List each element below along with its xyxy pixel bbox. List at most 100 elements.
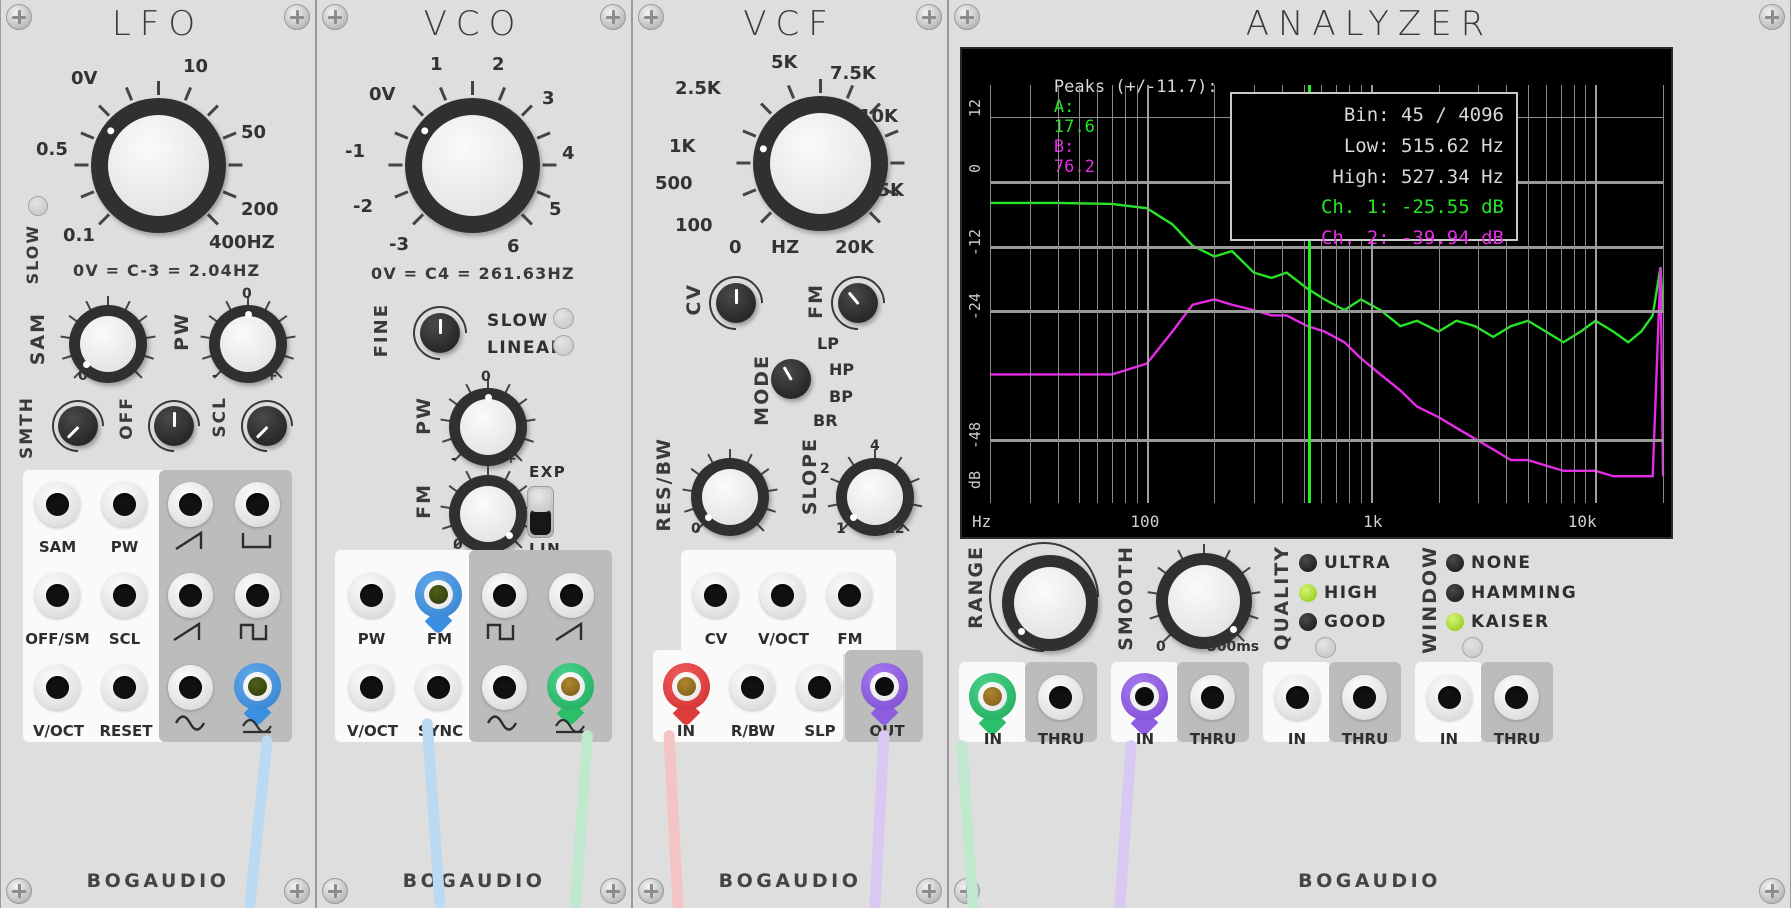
vcf-mode-knob[interactable]	[771, 359, 811, 399]
vcf-jack-fm[interactable]	[827, 573, 872, 618]
vco-jack-sync[interactable]	[416, 665, 461, 710]
trace-ch--2	[990, 267, 1665, 478]
knob-tick	[890, 161, 904, 165]
vco-jack-voct[interactable]	[349, 665, 394, 710]
vcf-slope-label: SLOPE	[799, 437, 821, 516]
analyzer-jack-thru4[interactable]	[1494, 675, 1539, 720]
module-analyzer[interactable]: ANALYZER Peaks (+/-11.7): A: 17.6 B: 76.…	[948, 0, 1791, 908]
knob-pointer	[1017, 627, 1025, 635]
analyzer-jack-in2-plugged[interactable]	[1121, 673, 1168, 737]
quality-option-high[interactable]: HIGH	[1324, 583, 1379, 603]
knob-tick	[470, 81, 474, 95]
lfo-jack-sam[interactable]	[35, 482, 80, 527]
lfo-scl-knob[interactable]	[247, 406, 287, 446]
quality-led-good[interactable]	[1299, 613, 1317, 631]
analyzer-jack-thru1[interactable]	[1038, 675, 1083, 720]
vco-fine-knob[interactable]	[420, 313, 460, 353]
vco-note-text: 0V = C4 = 261.63HZ	[371, 264, 575, 283]
vco-slow-label: SLOW	[487, 311, 549, 331]
analyzer-jack-in4[interactable]	[1427, 675, 1472, 720]
window-select-button[interactable]	[1462, 637, 1483, 658]
lfo-jack-reset[interactable]	[102, 665, 147, 710]
analyzer-jack-thru2[interactable]	[1190, 675, 1235, 720]
vcf-cv-knob[interactable]	[716, 283, 756, 323]
vcf-jack-voct[interactable]	[760, 573, 805, 618]
knob-tick	[741, 129, 756, 138]
knob-pointer	[438, 319, 442, 334]
vcf-jack-out-plugged[interactable]	[861, 663, 908, 727]
window-option-hamming[interactable]: HAMMING	[1471, 583, 1577, 603]
vco-jack-out-trisine-plugged[interactable]	[547, 663, 594, 727]
gridline-vertical	[1057, 85, 1059, 503]
window-led-hamming[interactable]	[1446, 584, 1464, 602]
quality-option-good[interactable]: GOOD	[1324, 612, 1387, 632]
knob-tick	[79, 190, 94, 199]
vco-slow-button[interactable]	[553, 308, 574, 329]
window-led-none[interactable]	[1446, 554, 1464, 572]
analyzer-jack-in3[interactable]	[1275, 675, 1320, 720]
analyzer-jack-in1-plugged[interactable]	[969, 673, 1016, 737]
knob-tick	[285, 335, 296, 340]
vcf-mode-option-lp: LP	[817, 334, 839, 353]
lfo-jack-out-square[interactable]	[235, 573, 280, 618]
x-axis-label: Hz	[972, 512, 992, 531]
lfo-jack-voct[interactable]	[35, 665, 80, 710]
module-vcf[interactable]: VCF 5K 7.5K 10K 15K 20K 2.5K 1K 500 100 …	[632, 0, 948, 908]
vco-jack-out-square[interactable]	[482, 573, 527, 618]
vco-linear-button[interactable]	[553, 335, 574, 356]
vco-jack-out-saw[interactable]	[549, 573, 594, 618]
vco-jack-fm-plugged[interactable]	[415, 571, 462, 635]
lfo-jack-out-trisine-plugged[interactable]	[234, 663, 281, 727]
lfo-jack-out-saw[interactable]	[168, 573, 213, 618]
vcv-rack-canvas: LFO 0V 10 50 200 400HZ 0.1 0.5 SLOW 0V =…	[0, 0, 1791, 908]
lfo-smth-knob[interactable]	[58, 406, 98, 446]
lfo-jack-out-rampup[interactable]	[168, 482, 213, 527]
window-option-kaiser[interactable]: KAISER	[1471, 612, 1550, 632]
analyzer-range-knob[interactable]	[1002, 555, 1098, 651]
quality-led-ultra[interactable]	[1299, 554, 1317, 572]
vcf-jack-rbw[interactable]	[730, 665, 775, 710]
analyzer-jack-thru3[interactable]	[1342, 675, 1387, 720]
analyzer-quality-label: QUALITY	[1271, 545, 1293, 651]
vcf-fm-knob[interactable]	[838, 283, 878, 323]
vcf-jack-in-plugged[interactable]	[663, 663, 710, 727]
quality-option-ultra[interactable]: ULTRA	[1324, 553, 1391, 573]
vcf-jack-cv[interactable]	[693, 573, 738, 618]
window-option-none[interactable]: NONE	[1471, 553, 1532, 573]
saw-wave-icon	[555, 621, 583, 642]
lfo-slow-button[interactable]	[28, 196, 48, 216]
y-axis-label: -12	[966, 228, 984, 256]
vcf-resbw-knob[interactable]	[691, 458, 769, 536]
tooltip-low: Low: 515.62 Hz	[1343, 134, 1504, 157]
vco-fm-label: FM	[413, 483, 435, 519]
gridline-horizontal	[990, 438, 1663, 442]
gridline-vertical	[1663, 85, 1664, 503]
lfo-jack-offsm[interactable]	[35, 573, 80, 618]
vcf-mode-label: MODE	[751, 354, 773, 426]
lfo-jack-label-sam: SAM	[38, 538, 77, 556]
lfo-jack-pw[interactable]	[102, 482, 147, 527]
lfo-off-knob[interactable]	[154, 406, 194, 446]
analyzer-display[interactable]: Peaks (+/-11.7): A: 17.6 B: 76.2 12 0 -12-…	[960, 47, 1673, 539]
gridline-vertical	[1097, 85, 1099, 503]
knob-pointer	[734, 289, 738, 304]
vcf-jack-slp[interactable]	[797, 665, 842, 710]
knob-tick	[497, 86, 506, 101]
vco-frequency-knob[interactable]	[405, 98, 540, 233]
lfo-frequency-knob[interactable]	[91, 98, 226, 233]
lfo-jack-out-sine[interactable]	[168, 665, 213, 710]
quality-led-high[interactable]	[1299, 584, 1317, 602]
analyzer-smooth-knob[interactable]	[1156, 553, 1252, 649]
knob-pointer	[782, 366, 793, 381]
vco-jack-pw[interactable]	[349, 573, 394, 618]
quality-select-button[interactable]	[1315, 637, 1336, 658]
window-led-kaiser[interactable]	[1446, 613, 1464, 631]
vcf-slope-label-12: 12	[885, 521, 905, 537]
vco-exp-lin-switch[interactable]	[527, 486, 554, 538]
analyzer-jack-label-thru3: THRU	[1341, 730, 1389, 748]
lfo-jack-out-step[interactable]	[235, 482, 280, 527]
gridline-vertical	[1136, 85, 1138, 503]
analyzer-jack-label-in3: IN	[1287, 730, 1307, 748]
lfo-jack-scl[interactable]	[102, 573, 147, 618]
vco-jack-out-sine[interactable]	[482, 665, 527, 710]
